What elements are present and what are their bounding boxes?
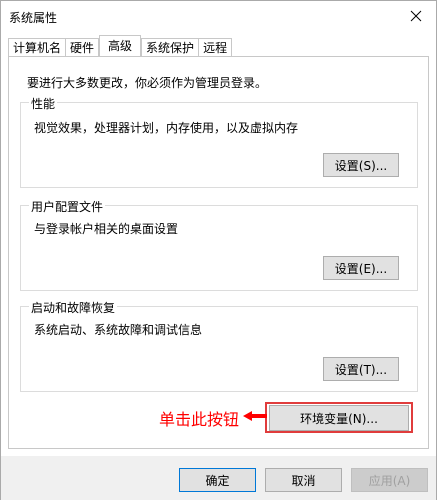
window-title: 系统属性 [9,11,58,25]
close-icon [410,10,422,22]
user-profiles-group-title: 用户配置文件 [29,198,106,215]
user-profiles-description: 与登录帐户相关的桌面设置 [34,222,179,236]
user-profiles-group: 用户配置文件 与登录帐户相关的桌面设置 设置(E)... [20,198,418,291]
tab-strip: 计算机名 硬件 高级 系统保护 远程 [8,35,233,56]
startup-recovery-description: 系统启动、系统故障和调试信息 [34,323,203,337]
startup-recovery-group-title: 启动和故障恢复 [29,299,118,316]
tab-remote[interactable]: 远程 [198,38,233,56]
performance-group: 性能 视觉效果，处理器计划，内存使用，以及虚拟内存 设置(S)... [20,95,418,188]
performance-group-title: 性能 [29,95,58,112]
apply-button[interactable]: 应用(A) [351,468,428,492]
tab-system-protection[interactable]: 系统保护 [141,38,200,56]
tab-hardware[interactable]: 硬件 [65,38,100,56]
startup-recovery-settings-button[interactable]: 设置(T)... [323,357,399,381]
dialog-footer: 确定 取消 应用(A) [1,456,436,500]
title-bar: 系统属性 [1,1,436,31]
admin-note: 要进行大多数更改，你必须作为管理员登录。 [27,76,268,90]
tab-computer-name[interactable]: 计算机名 [8,38,67,56]
tab-advanced[interactable]: 高级 [99,35,142,56]
highlight-box [265,402,413,433]
startup-recovery-group: 启动和故障恢复 系统启动、系统故障和调试信息 设置(T)... [20,299,418,392]
arrow-left-icon [243,411,267,421]
advanced-tab-panel: 要进行大多数更改，你必须作为管理员登录。 性能 视觉效果，处理器计划，内存使用，… [8,56,429,449]
close-button[interactable] [396,1,436,31]
ok-button[interactable]: 确定 [179,468,256,492]
performance-description: 视觉效果，处理器计划，内存使用，以及虚拟内存 [34,121,299,135]
system-properties-window: 系统属性 计算机名 硬件 高级 系统保护 远程 要进行大多数更改，你必须作为管理… [0,0,437,500]
user-profiles-settings-button[interactable]: 设置(E)... [323,256,399,280]
performance-settings-button[interactable]: 设置(S)... [323,153,399,177]
cancel-button[interactable]: 取消 [265,468,342,492]
annotation-label: 单击此按钮 [159,410,240,429]
